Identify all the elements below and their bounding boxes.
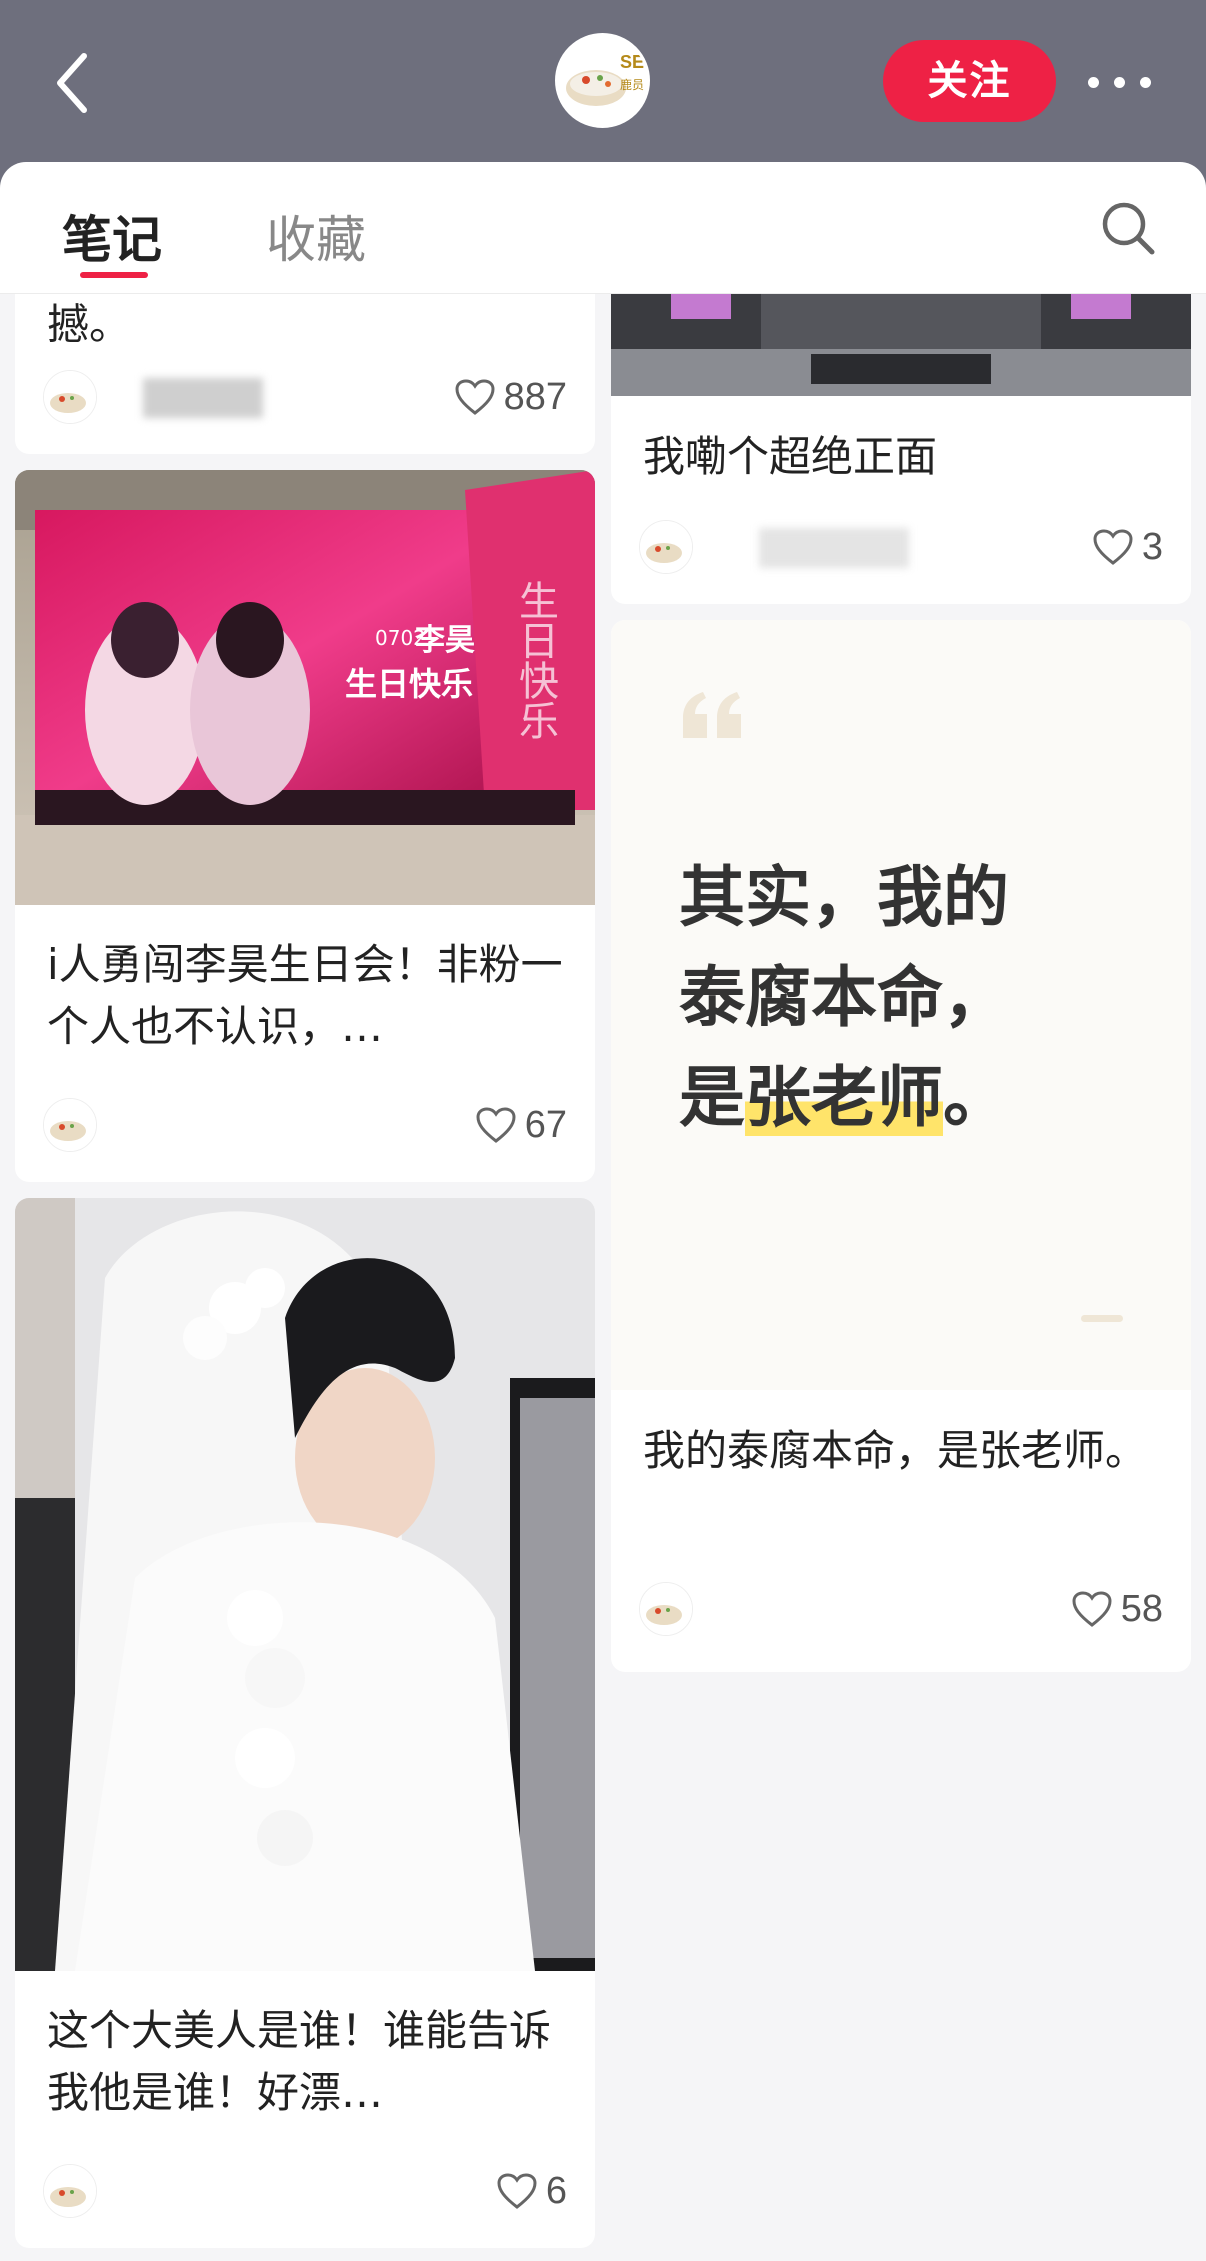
like-count: 887 bbox=[503, 375, 567, 418]
heart-icon bbox=[497, 2173, 537, 2209]
quote-line-3-prefix: 是 bbox=[679, 1059, 745, 1136]
note-cover-image: 0702 李昊 生日快乐 生日快乐 bbox=[15, 470, 595, 905]
note-card[interactable]: 我嘞个超绝正面 3 bbox=[611, 294, 1191, 604]
search-icon[interactable] bbox=[1098, 198, 1158, 258]
brand-subtext: 鹿员 bbox=[620, 78, 645, 92]
like-button[interactable]: 6 bbox=[496, 2168, 567, 2214]
tab-favorites[interactable]: 收藏 bbox=[266, 200, 366, 272]
quote-line-1: 其实，我的 bbox=[679, 859, 1009, 936]
heart-icon bbox=[1072, 1591, 1112, 1627]
profile-avatar[interactable]: SE 鹿员 bbox=[555, 33, 650, 128]
board-side-text: 生日快乐 bbox=[512, 580, 558, 740]
author-avatar[interactable] bbox=[43, 370, 97, 424]
tab-bar: 笔记 收藏 bbox=[0, 162, 1206, 294]
tab-notes[interactable]: 笔记 bbox=[62, 200, 162, 272]
active-tab-indicator bbox=[80, 272, 148, 278]
like-count: 6 bbox=[545, 2169, 567, 2212]
note-meta: 58 bbox=[639, 1582, 1163, 1638]
quote-mark-icon bbox=[683, 692, 741, 738]
quote-highlight: 张老师 bbox=[745, 1059, 943, 1136]
author-avatar[interactable] bbox=[639, 1582, 693, 1636]
board-greeting: 生日快乐 bbox=[345, 665, 473, 703]
like-button[interactable]: 67 bbox=[475, 1102, 567, 1148]
note-title: 这个大美人是谁！谁能告诉我他是谁！好漂… bbox=[47, 2006, 552, 2117]
quote-cover: 其实，我的 泰腐本命， 是张老师。 bbox=[611, 620, 1191, 1390]
author-name-blurred bbox=[759, 528, 909, 568]
author-name-blurred bbox=[143, 378, 263, 418]
like-button[interactable]: 887 bbox=[454, 374, 567, 420]
note-card[interactable]: 撼。 887 bbox=[15, 294, 595, 454]
author-avatar[interactable] bbox=[43, 1098, 97, 1152]
note-title: 我的泰腐本命，是张老师。 bbox=[643, 1426, 1148, 1475]
note-card[interactable]: 这个大美人是谁！谁能告诉我他是谁！好漂… 6 bbox=[15, 1198, 595, 2248]
board-name: 李昊 bbox=[415, 623, 475, 658]
note-meta: 3 bbox=[639, 520, 1163, 576]
heart-icon bbox=[476, 1107, 516, 1143]
quote-text: 其实，我的 泰腐本命， 是张老师。 bbox=[679, 848, 1009, 1148]
note-meta: 887 bbox=[43, 370, 567, 426]
note-card[interactable]: 其实，我的 泰腐本命， 是张老师。 我的泰腐本命，是张老师。 58 bbox=[611, 620, 1191, 1672]
like-button[interactable]: 3 bbox=[1092, 524, 1163, 570]
like-button[interactable]: 58 bbox=[1071, 1586, 1163, 1632]
note-card[interactable]: 0702 李昊 生日快乐 生日快乐 i人勇闯李昊生日会！非粉一个人也不认识，… … bbox=[15, 470, 595, 1182]
quote-line-2: 泰腐本命， bbox=[679, 959, 1009, 1036]
heart-icon bbox=[455, 379, 495, 415]
brand-text: SE bbox=[620, 52, 645, 72]
like-count: 58 bbox=[1120, 1587, 1163, 1630]
quote-end-mark bbox=[1081, 1315, 1123, 1322]
note-cover-image bbox=[611, 294, 1191, 396]
like-count: 3 bbox=[1141, 525, 1163, 568]
note-title: 撼。 bbox=[47, 300, 132, 349]
more-options-icon[interactable] bbox=[1086, 62, 1154, 102]
follow-button[interactable]: 关注 bbox=[883, 40, 1056, 122]
note-meta: 67 bbox=[43, 1098, 567, 1154]
like-count: 67 bbox=[524, 1103, 567, 1146]
heart-icon bbox=[1093, 529, 1133, 565]
note-cover-image bbox=[15, 1198, 595, 1971]
quote-line-3-suffix: 。 bbox=[943, 1059, 1009, 1136]
note-title: 我嘞个超绝正面 bbox=[643, 432, 938, 481]
author-avatar[interactable] bbox=[639, 520, 693, 574]
note-meta: 6 bbox=[43, 2164, 567, 2220]
back-icon[interactable] bbox=[48, 48, 108, 118]
author-avatar[interactable] bbox=[43, 2164, 97, 2218]
note-title: i人勇闯李昊生日会！非粉一个人也不认识，… bbox=[47, 940, 563, 1051]
